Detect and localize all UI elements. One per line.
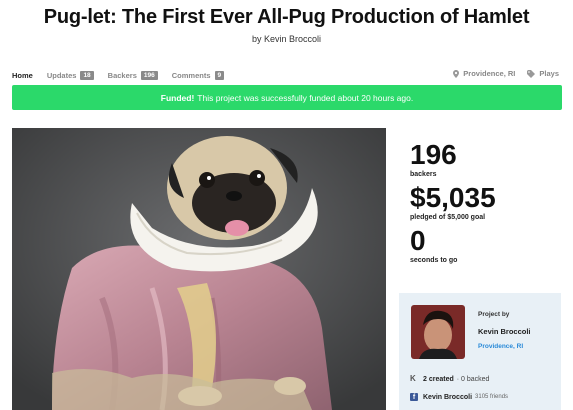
avatar-photo xyxy=(411,305,465,359)
tab-home-label: Home xyxy=(12,70,33,80)
facebook-name[interactable]: Kevin Broccoli xyxy=(423,394,472,401)
location-link[interactable]: Providence, RI xyxy=(453,69,515,78)
tab-comments[interactable]: Comments 9 xyxy=(171,70,225,80)
tab-backers-label: Backers xyxy=(107,70,137,80)
map-pin-icon xyxy=(453,69,460,78)
created-backed-row: K 2 created · 0 backed xyxy=(410,375,489,383)
funded-strong: Funded! xyxy=(160,92,195,103)
backers-count: 196 xyxy=(410,139,457,170)
project-by-label: Project by xyxy=(478,311,510,318)
location-label: Providence, RI xyxy=(463,69,516,78)
tab-comments-label: Comments xyxy=(171,70,211,80)
pug-hamlet-photo xyxy=(12,128,386,410)
project-meta: Providence, RI Plays xyxy=(441,69,559,78)
creator-location[interactable]: Providence, RI xyxy=(478,343,523,350)
facebook-row: f Kevin Broccoli 3105 friends xyxy=(410,393,508,401)
facebook-friends: 3105 friends xyxy=(475,394,509,400)
tab-home[interactable]: Home xyxy=(12,71,33,80)
tab-updates[interactable]: Updates 18 xyxy=(46,70,94,80)
time-remaining: 0 xyxy=(410,225,426,256)
tag-icon xyxy=(527,69,536,78)
pledged-amount: $5,035 xyxy=(410,182,496,213)
funded-text: This project was successfully funded abo… xyxy=(197,92,414,103)
category-link[interactable]: Plays xyxy=(527,69,559,78)
page-title: Pug-let: The First Ever All-Pug Producti… xyxy=(43,6,530,28)
tab-backers[interactable]: Backers 196 xyxy=(107,70,158,80)
comments-count-badge: 9 xyxy=(214,70,225,80)
created-count[interactable]: 2 created xyxy=(423,376,454,383)
category-label: Plays xyxy=(539,69,559,78)
project-video-image[interactable] xyxy=(12,128,386,410)
time-label: seconds to go xyxy=(410,257,458,264)
creator-name[interactable]: Kevin Broccoli xyxy=(478,327,531,336)
backers-label: backers xyxy=(410,171,437,178)
facebook-icon: f xyxy=(410,393,418,401)
byline: by Kevin Broccoli xyxy=(251,34,322,44)
backers-count-badge: 196 xyxy=(140,70,158,80)
pledged-label: pledged of $5,000 goal xyxy=(410,214,486,221)
funding-stats: 196 backers $5,035 pledged of $5,000 goa… xyxy=(410,141,560,270)
creator-card: Project by Kevin Broccoli Providence, RI… xyxy=(399,293,561,410)
funded-banner: Funded! This project was successfully fu… xyxy=(12,85,562,110)
project-tabs: Home Updates 18 Backers 196 Comments 9 xyxy=(12,69,238,81)
tab-updates-label: Updates xyxy=(46,70,77,80)
backed-count: · 0 backed xyxy=(456,375,490,383)
kickstarter-k-icon: K xyxy=(410,374,416,383)
creator-avatar[interactable] xyxy=(411,305,465,359)
updates-count-badge: 18 xyxy=(80,70,94,80)
